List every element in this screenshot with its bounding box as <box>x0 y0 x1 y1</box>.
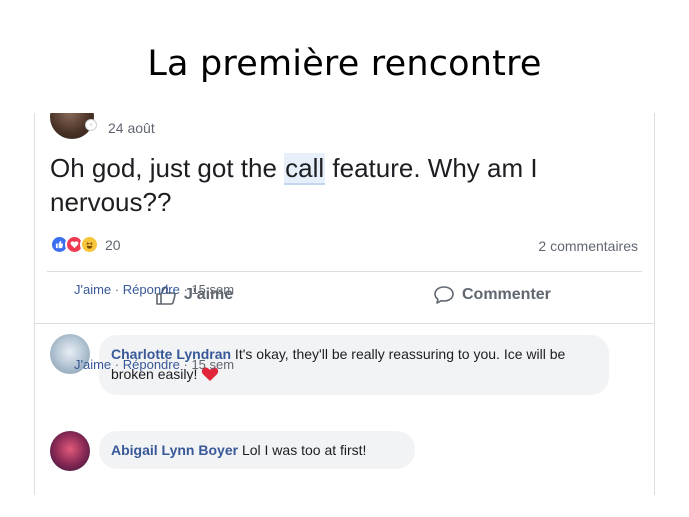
post-date[interactable]: 24 août <box>108 120 155 136</box>
comment-reply-link[interactable]: Répondre <box>123 282 180 297</box>
privacy-icon: ◦ <box>85 119 97 131</box>
reactions-summary[interactable]: 20 <box>50 235 121 254</box>
commenter-avatar[interactable] <box>50 431 90 471</box>
post-text: Oh god, just got the call feature. Why a… <box>50 151 640 219</box>
reaction-count: 20 <box>105 236 121 253</box>
post-text-highlight: call <box>284 153 326 185</box>
comment-like-link[interactable]: J'aime <box>74 282 111 297</box>
comment-icon <box>434 286 454 304</box>
comment-author-link[interactable]: Abigail Lynn Boyer <box>111 442 238 458</box>
comments-section: Charlotte Lyndran It's okay, they'll be … <box>35 323 654 495</box>
comment-like-link[interactable]: J'aime <box>74 357 111 372</box>
comment-timestamp[interactable]: 15 sem <box>191 282 234 297</box>
comment-reply-link[interactable]: Répondre <box>123 357 180 372</box>
comment-bubble: Abigail Lynn Boyer Lol I was too at firs… <box>99 431 415 469</box>
divider <box>47 271 642 272</box>
slide-title: La première rencontre <box>147 44 542 84</box>
comment-actions: J'aime · Répondre · 15 sem <box>74 357 235 372</box>
haha-reaction-icon <box>80 235 99 254</box>
slide: La première rencontre ◦ 24 août Oh god, … <box>0 0 689 517</box>
comment-count-link[interactable]: 2 commentaires <box>538 238 638 254</box>
comment-text: Lol I was too at first! <box>238 442 367 458</box>
comment-timestamp[interactable]: 15 sem <box>191 357 234 372</box>
comment-button-label: Commenter <box>462 286 551 303</box>
facebook-post: ◦ 24 août Oh god, just got the call feat… <box>34 113 655 495</box>
post-text-start: Oh god, just got the <box>50 153 285 183</box>
comment-button[interactable]: Commenter <box>433 285 551 305</box>
comment-actions: J'aime · Répondre · 15 sem <box>74 282 235 297</box>
